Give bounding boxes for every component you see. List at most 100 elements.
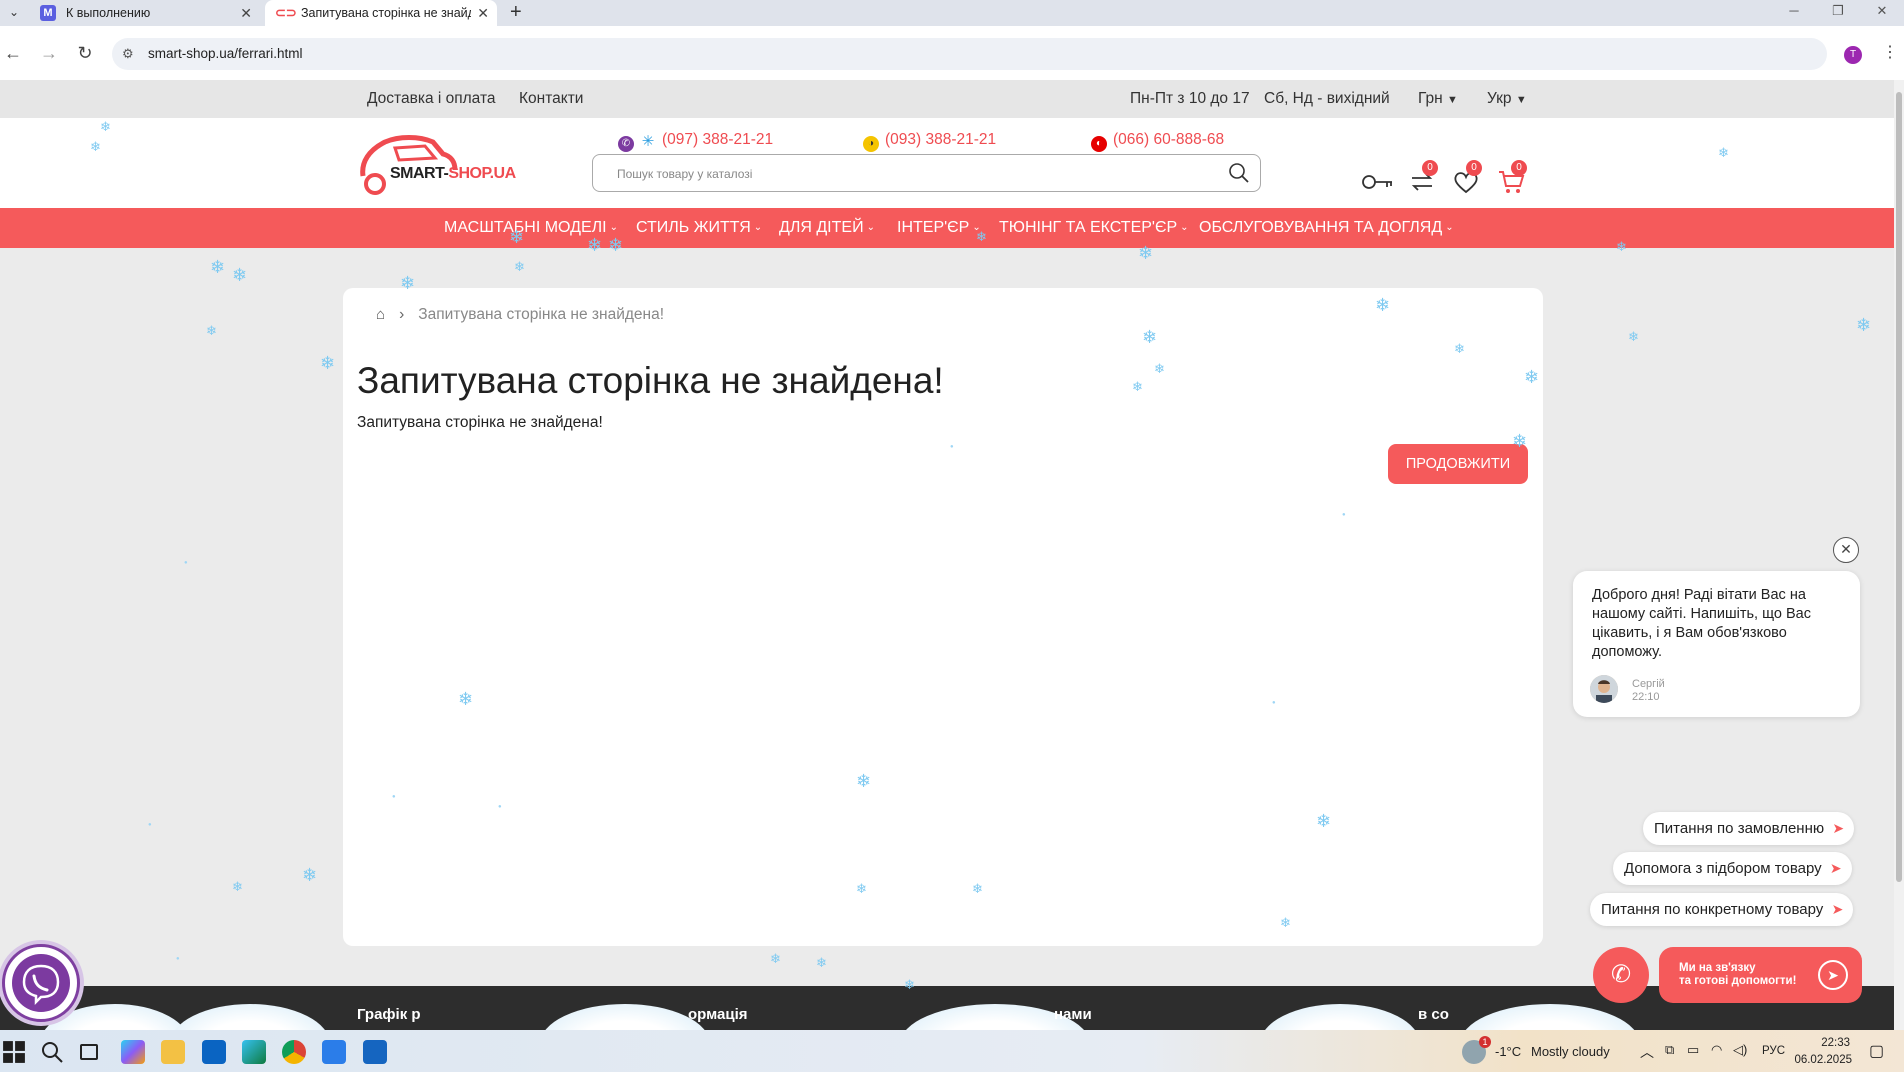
viber-chat-button[interactable] [2,944,80,1022]
menu-service[interactable]: Обслуговування та догляд ⌄ [1199,219,1454,237]
address-bar[interactable]: ⚙ smart-shop.ua/ferrari.html ☆ [112,38,1827,70]
menu-kids[interactable]: Для дітей ⌄ [779,219,875,237]
menu-lifestyle[interactable]: Стиль життя ⌄ [636,219,762,237]
page-title: Запитувана сторінка не знайдена! [357,360,944,401]
menu-tuning[interactable]: Тюнінг та екстер'єр ⌄ [999,219,1189,237]
windows-taskbar: 1 -1°C Mostly cloudy ︿ ⧉ ▭ ◠ ◁) РУС 22:3… [0,1030,1904,1072]
quick-reply-order[interactable]: Питання по замовленню ➤ [1643,812,1855,845]
tray-app-icon[interactable]: ⧉ [1665,1042,1674,1058]
chat-greeting-text: Доброго дня! Раді вітати Вас на нашому с… [1592,587,1811,660]
phone-kyivstar[interactable]: ✆ ✳ (097) 388-21-21 [618,131,773,152]
chat-close-button[interactable]: ✕ [1833,537,1859,563]
logo-text[interactable]: SMART-SHOP.UA [390,165,516,183]
site-settings-icon[interactable]: ⚙ [122,46,134,62]
telegram-icon: ➤ [1818,960,1848,990]
telegram-chat-button[interactable]: Ми на зв'язку та готові допомогти! ➤ [1659,947,1862,1003]
restore-icon[interactable]: ❐ [1816,0,1860,26]
top-info-bar: Доставка і оплата Контакти Пн-Пт з 10 до… [0,80,1894,118]
file-explorer-icon[interactable] [161,1040,185,1064]
reload-icon[interactable]: ↻ [72,40,98,66]
profile-avatar[interactable]: T [1844,46,1862,64]
wifi-icon[interactable]: ◠ [1711,1042,1722,1058]
clock-time[interactable]: 22:33 [1805,1037,1850,1049]
browser-menu-icon[interactable]: ⋮ [1882,42,1898,62]
scrollbar-thumb[interactable] [1896,92,1902,882]
weather-temp[interactable]: -1°C [1495,1044,1521,1059]
new-tab-button[interactable]: + [510,0,522,24]
cart-count-badge: 0 [1511,160,1527,176]
footer-title-info: ормація [688,1006,748,1023]
tab-close-icon[interactable]: ✕ [477,0,489,26]
forward-icon[interactable]: → [36,40,62,66]
hours-weekend: Сб, Нд - вихідний [1264,90,1390,107]
search-input[interactable]: Пошук товару у каталозі [617,167,752,181]
snowflake-icon: ❄ [1524,367,1540,387]
tab-search-chevron-icon[interactable]: ⌄ [4,2,24,22]
page-scrollbar[interactable] [1894,80,1904,1030]
outlook-icon[interactable] [202,1040,226,1064]
snowflake-icon: ❄ [816,955,827,970]
notifications-icon[interactable]: ▢ [1869,1041,1884,1061]
call-button[interactable]: ✆ [1593,947,1649,1003]
snowflake-dot-icon: ● [176,956,180,962]
browser-tab-bar: ⌄ M К выполнению ✕ ⊂⊃ Запитувана сторінк… [0,0,1904,26]
search-icon[interactable] [1228,162,1250,184]
taskbar-search-icon[interactable] [40,1040,64,1064]
battery-icon[interactable]: ▭ [1687,1042,1699,1058]
chevron-down-icon: ⌄ [753,222,763,233]
link-delivery[interactable]: Доставка і оплата [367,90,496,108]
home-icon[interactable]: ⌂ [376,306,385,323]
snowflake-icon: ❄ [1375,295,1391,315]
copilot-icon[interactable] [121,1040,145,1064]
search-box[interactable]: Пошук товару у каталозі [592,154,1261,192]
windows-start-icon[interactable] [2,1040,26,1064]
app-icon[interactable] [322,1040,346,1064]
login-key-icon[interactable] [1360,168,1394,196]
input-language[interactable]: РУС [1762,1045,1785,1057]
snowflake-icon: ❄ [90,139,101,154]
browser-tab-active[interactable]: ⊂⊃ Запитувана сторінка не знайд ✕ [265,0,497,26]
telegram-text-line-1: Ми на зв'язку [1679,962,1756,974]
minimize-icon[interactable]: ─ [1772,0,1816,26]
quick-reply-selection[interactable]: Допомога з підбором товару ➤ [1613,852,1852,885]
send-arrow-icon: ➤ [1831,901,1844,917]
snowflake-icon: ❄ [458,689,474,709]
weather-desc[interactable]: Mostly cloudy [1531,1044,1610,1059]
chevron-down-icon: ⌄ [866,222,875,233]
tab-title: Запитувана сторінка не знайд [301,6,471,20]
back-icon[interactable]: ← [0,40,26,66]
clock-date[interactable]: 06.02.2025 [1790,1054,1852,1066]
snowflake-icon: ❄ [856,771,872,791]
url-text[interactable]: smart-shop.ua/ferrari.html [148,46,303,61]
chevron-down-icon: ⌄ [1180,222,1189,233]
snow-bubble [1260,1004,1420,1030]
tray-chevron-icon[interactable]: ︿ [1640,1042,1654,1062]
tab-close-icon[interactable]: ✕ [240,0,252,26]
quick-reply-product[interactable]: Питання по конкретному товару ➤ [1590,893,1854,926]
phone-lifecell[interactable]: ◑ (093) 388-21-21 [863,131,996,152]
snowflake-dot-icon: ● [498,804,502,810]
task-view-icon[interactable] [80,1044,98,1060]
continue-button[interactable]: Продовжити [1388,444,1528,484]
currency-select[interactable]: Грн ▼ [1418,90,1458,108]
volume-icon[interactable]: ◁) [1733,1042,1747,1058]
chrome-icon[interactable] [282,1040,306,1064]
link-contacts[interactable]: Контакти [519,90,583,108]
edge-icon[interactable] [242,1040,266,1064]
content-card: ⌂ › Запитувана сторінка не знайдена! Запит… [343,288,1543,946]
browser-tab-inactive[interactable]: M К выполнению ✕ [30,0,260,26]
telegram-text-line-2: та готові допомогти! [1679,975,1797,987]
snowflake-icon: ❄ [302,865,318,885]
menu-interior[interactable]: Інтер'єр ⌄ [897,219,981,237]
snowflake-icon: ❄ [509,227,525,247]
compare-button[interactable]: 0 [1408,160,1442,196]
snowflake-dot-icon: ● [184,560,188,566]
wishlist-button[interactable]: 0 [1452,160,1486,196]
phone-vodafone[interactable]: ◐ (066) 60-888-68 [1091,131,1224,152]
language-select[interactable]: Укр ▼ [1487,90,1527,108]
snowflake-icon: ❄ [1142,327,1158,347]
close-window-icon[interactable]: ✕ [1860,0,1904,26]
app-icon[interactable] [363,1040,387,1064]
cart-button[interactable]: 0 [1497,160,1531,196]
snowflake-icon: ❄ [1138,243,1154,263]
